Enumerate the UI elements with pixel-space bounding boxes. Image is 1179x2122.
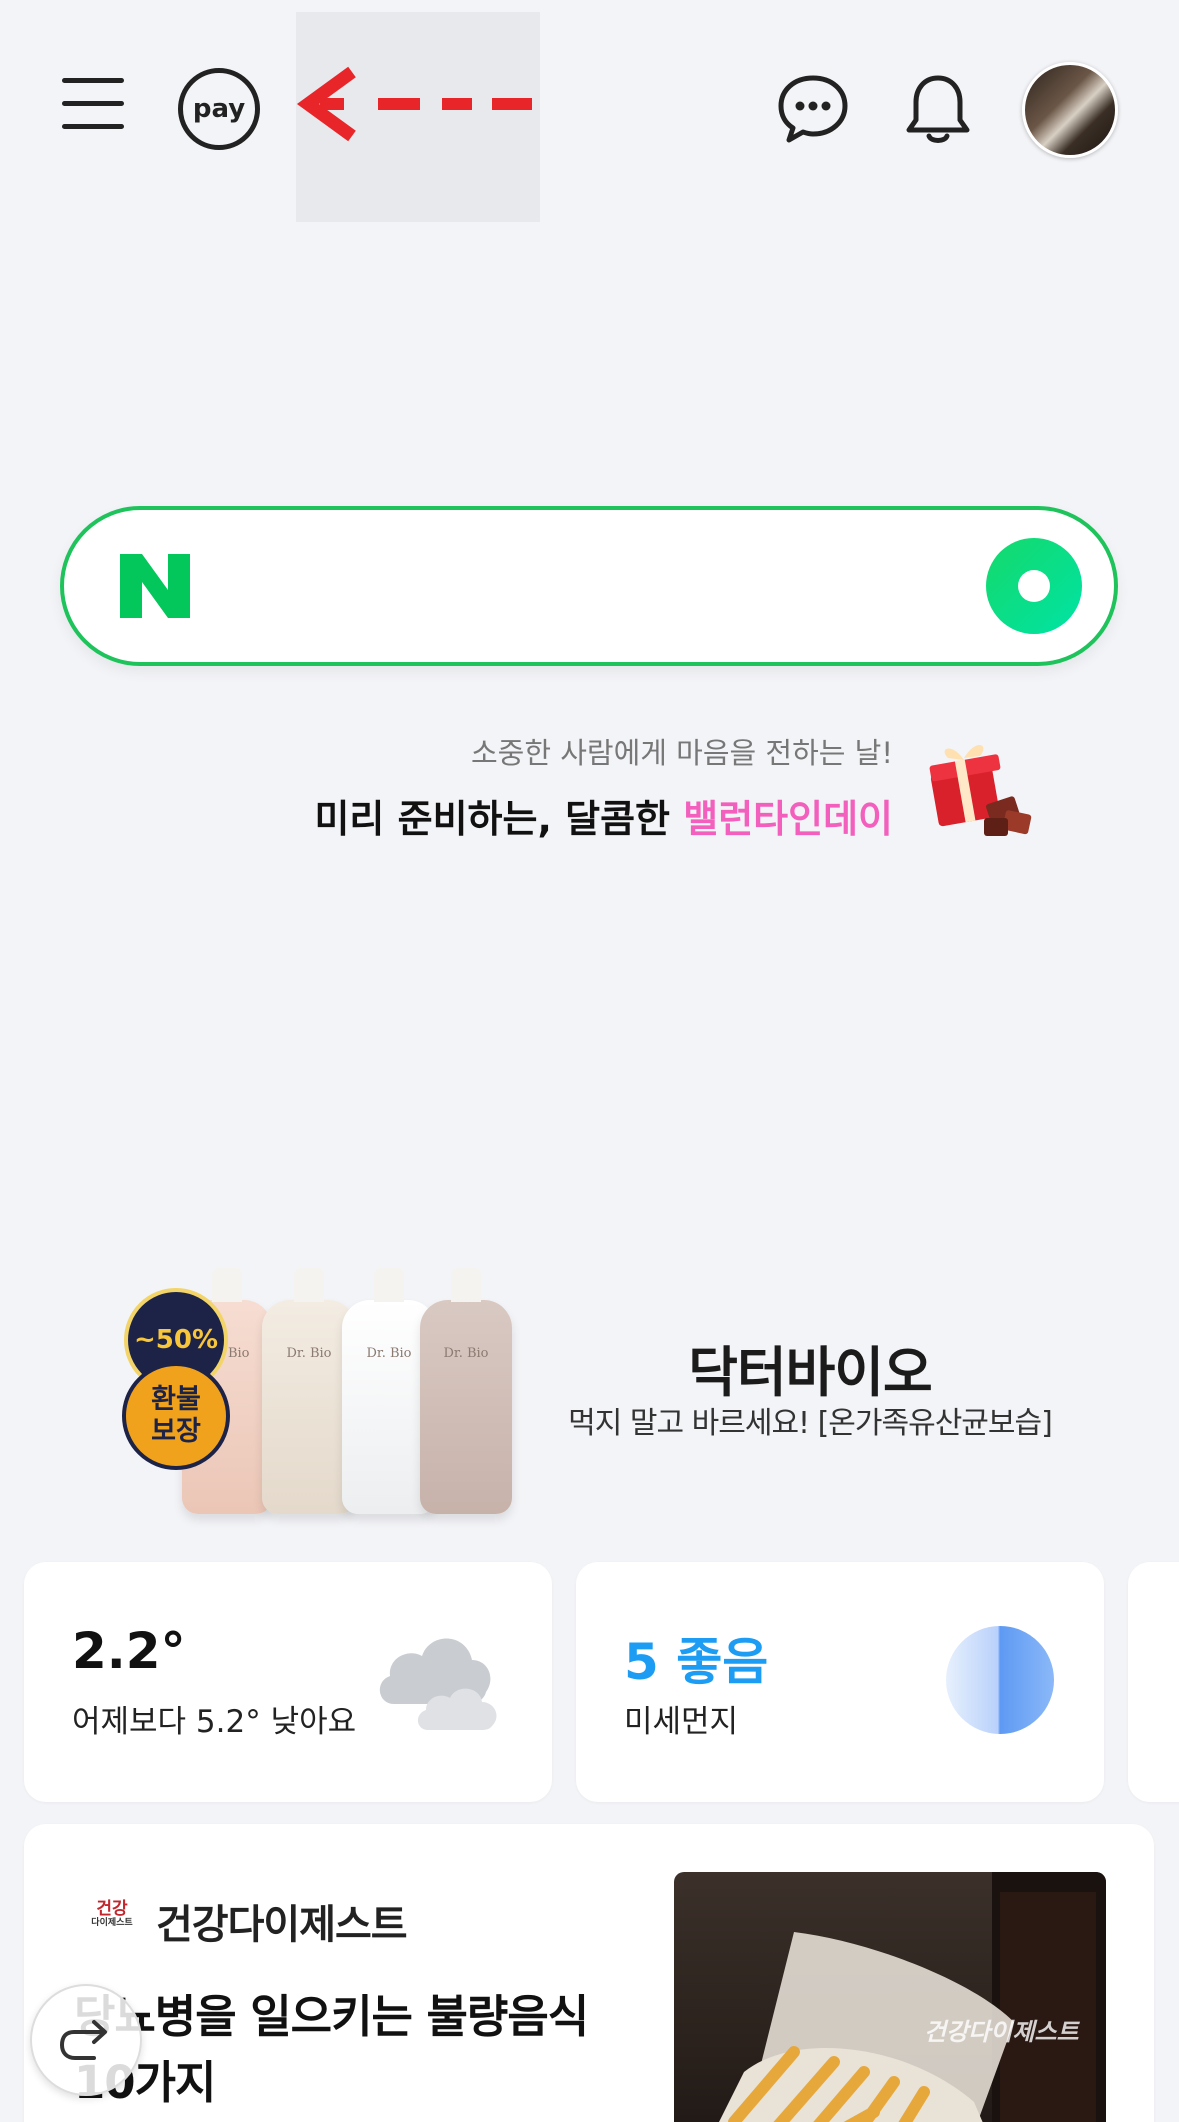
bottle-label: Dr. Bio <box>443 1346 489 1361</box>
refund-badge-line1: 환불 <box>151 1384 201 1415</box>
naver-logo-icon[interactable] <box>116 552 194 620</box>
ad-description: 먹지 말고 바르세요! [온가족유산균보습] <box>568 1406 1053 1441</box>
weather-card[interactable]: 2.2° 어제보다 5.2° 낮아요 <box>24 1562 552 1802</box>
air-quality-label: 미세먼지 <box>624 1704 739 1740</box>
news-thumbnail[interactable]: 건강다이제스트 <box>674 1872 1106 2122</box>
news-source[interactable]: 건강다이제스트 <box>156 1892 408 1950</box>
news-source-logo: 건강 다이제스트 <box>84 1899 140 1932</box>
green-lens-icon[interactable] <box>986 538 1082 634</box>
top-bar: pay <box>0 0 1179 230</box>
news-logo-text: 건강 <box>96 1899 128 1919</box>
chat-bubble-icon[interactable] <box>778 74 848 144</box>
promo-title-highlight: 밸런타인데이 <box>683 797 893 841</box>
pay-label: pay <box>192 94 246 124</box>
pay-button[interactable]: pay <box>178 68 260 150</box>
half-circle-gauge-icon <box>946 1626 1054 1734</box>
cloudy-icon <box>372 1622 508 1740</box>
promo-title-prefix: 미리 준비하는, 달콤한 <box>314 797 684 841</box>
air-quality-value: 5 좋음 <box>624 1633 769 1691</box>
hamburger-icon[interactable] <box>62 78 124 134</box>
refund-badge-line2: 보장 <box>151 1416 201 1447</box>
news-card[interactable]: 건강 다이제스트 건강다이제스트 당뇨병을 일으키는 불량음식 10가지 건강다… <box>24 1824 1154 2122</box>
promo-subtitle[interactable]: 소중한 사람에게 마음을 전하는 날! <box>471 730 893 772</box>
temperature: 2.2° <box>72 1622 186 1680</box>
product-bottle: Dr. Bio <box>420 1268 512 1514</box>
temperature-comparison: 어제보다 5.2° 낮아요 <box>72 1704 357 1740</box>
news-title[interactable]: 당뇨병을 일으키는 불량음식 10가지 <box>74 1984 634 2116</box>
air-quality-card[interactable]: 5 좋음 미세먼지 <box>576 1562 1104 1802</box>
promo-title[interactable]: 미리 준비하는, 달콤한 밸런타인데이 <box>314 788 893 843</box>
news-logo-subtext: 다이제스트 <box>91 1918 133 1928</box>
avatar[interactable] <box>1022 62 1118 158</box>
ad-brand: 닥터바이오 <box>688 1341 932 1404</box>
gift-box-icon[interactable] <box>924 734 1036 840</box>
news-thumbnail-watermark: 건강다이제스트 <box>924 2018 1079 2046</box>
refund-badge: 환불 보장 <box>122 1362 230 1470</box>
curved-back-arrow-icon[interactable] <box>30 1984 142 2096</box>
search-input[interactable] <box>220 550 960 622</box>
bell-icon[interactable] <box>904 72 972 146</box>
red-dashed-left-arrow-icon <box>296 12 540 222</box>
next-card-peek[interactable] <box>1128 1562 1179 1802</box>
